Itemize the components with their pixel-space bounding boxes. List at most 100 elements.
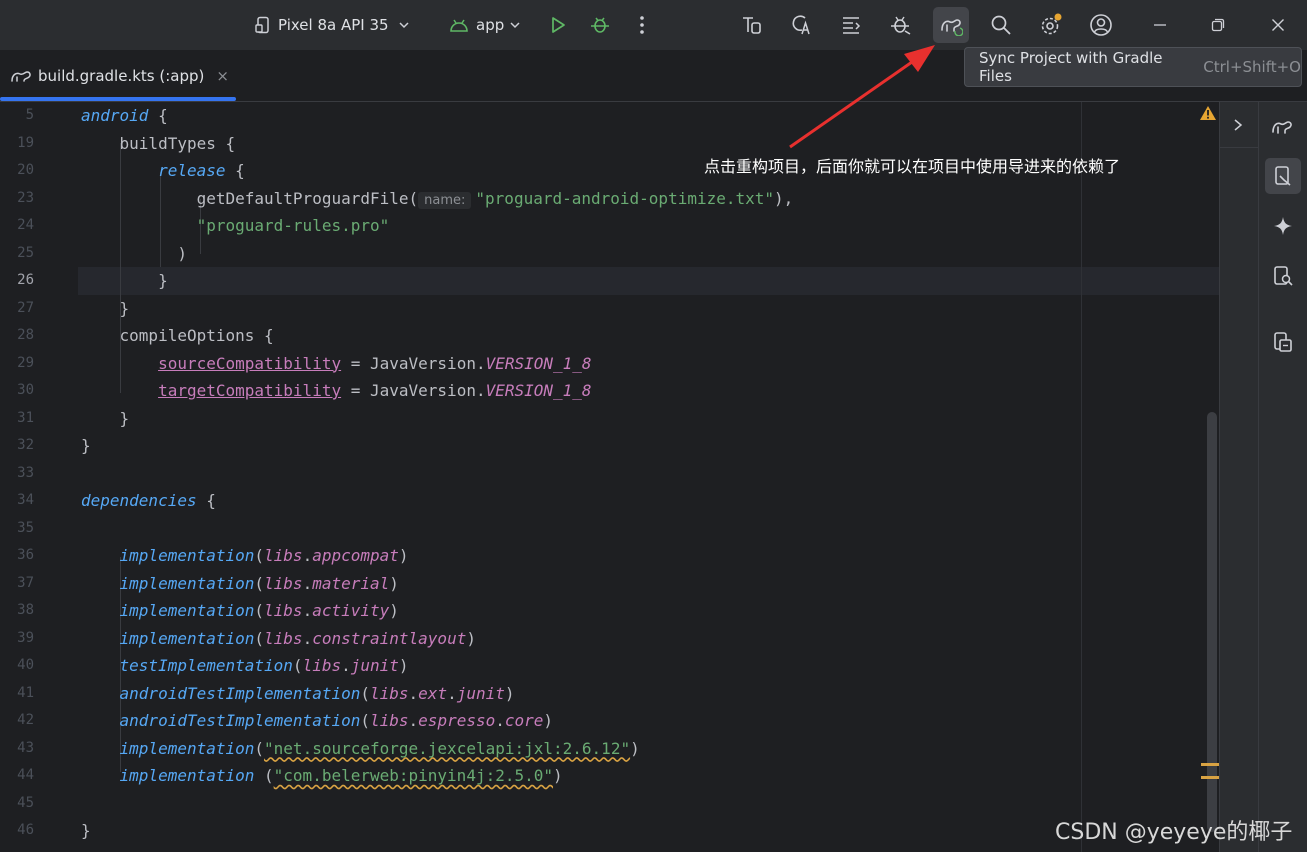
tab-build-gradle[interactable]: build.gradle.kts (:app) ×: [0, 50, 236, 102]
attach-debugger-button[interactable]: [883, 7, 919, 43]
code-line[interactable]: release {: [81, 161, 245, 180]
code-editor[interactable]: 5 19 20 23 24 25 26 27 28 29 30 31 32 33 34 35 36 37 38 39 4…: [0, 102, 1219, 852]
code-line[interactable]: implementation("net.sourceforge.jexcelap…: [81, 739, 640, 758]
line-number[interactable]: 30: [0, 382, 34, 398]
code-token: }: [81, 408, 130, 428]
line-number[interactable]: 42: [0, 712, 34, 728]
minimize-button[interactable]: [1142, 7, 1178, 43]
code-line[interactable]: androidTestImplementation(libs.ext.junit…: [81, 684, 515, 703]
vertical-scrollbar[interactable]: [1207, 412, 1217, 832]
parameter-hint: name:: [418, 191, 472, 209]
account-button[interactable]: [1083, 7, 1119, 43]
code-line[interactable]: getDefaultProguardFile(name: "proguard-an…: [81, 189, 793, 209]
debug-button[interactable]: [582, 7, 618, 43]
warning-icon[interactable]: [1199, 105, 1217, 121]
warning-marker[interactable]: [1201, 763, 1219, 766]
code-line[interactable]: buildTypes {: [81, 134, 236, 153]
title-bar: Pixel 8a API 35 app: [0, 0, 1307, 50]
close-window-button[interactable]: [1260, 7, 1296, 43]
code-token: implementation: [119, 766, 255, 785]
code-token: (: [254, 766, 274, 785]
line-number[interactable]: 29: [0, 355, 34, 371]
code-line[interactable]: }: [81, 436, 91, 455]
annotation-text: 点击重构项目，后面你就可以在项目中使用导进来的依赖了: [704, 157, 1121, 176]
line-number[interactable]: 31: [0, 410, 34, 426]
run-config-selector[interactable]: app: [448, 10, 522, 40]
running-devices-button[interactable]: [1265, 324, 1301, 360]
line-number[interactable]: 44: [0, 767, 34, 783]
warning-marker[interactable]: [1201, 776, 1219, 779]
device-explorer-button[interactable]: [1265, 258, 1301, 294]
code-line[interactable]: targetCompatibility = JavaVersion.VERSIO…: [81, 381, 592, 400]
code-line[interactable]: testImplementation(libs.junit): [81, 656, 409, 675]
line-number[interactable]: 35: [0, 520, 34, 536]
run-button[interactable]: [540, 7, 576, 43]
line-number[interactable]: 34: [0, 492, 34, 508]
code-line[interactable]: implementation(libs.appcompat): [81, 546, 409, 565]
code-line[interactable]: dependencies {: [81, 491, 216, 510]
code-line[interactable]: implementation(libs.activity): [81, 601, 399, 620]
device-selector[interactable]: Pixel 8a API 35: [254, 10, 411, 40]
code-token: sourceCompatibility: [158, 353, 342, 373]
code-token: .: [341, 656, 351, 675]
line-number[interactable]: 40: [0, 657, 34, 673]
code-line[interactable]: }: [81, 408, 130, 428]
code-line[interactable]: implementation(libs.material): [81, 574, 399, 593]
code-line[interactable]: }: [81, 271, 168, 290]
sync-gradle-button[interactable]: [933, 7, 969, 43]
line-number[interactable]: 33: [0, 465, 34, 481]
code-token: ): [543, 711, 554, 730]
tab-close-button[interactable]: ×: [216, 67, 229, 85]
code-line[interactable]: "proguard-rules.pro": [81, 216, 390, 235]
code-line[interactable]: }: [81, 821, 91, 840]
line-number-gutter[interactable]: 5 19 20 23 24 25 26 27 28 29 30 31 32 33 34 35 36 37 38 39 4…: [0, 102, 78, 852]
maximize-button[interactable]: [1200, 7, 1236, 43]
search-button[interactable]: [983, 7, 1019, 43]
line-number[interactable]: 38: [0, 602, 34, 618]
chevron-right-icon[interactable]: [1232, 118, 1244, 132]
code-line[interactable]: implementation(libs.constraintlayout): [81, 629, 476, 648]
code-token: release: [158, 161, 226, 180]
gemini-button[interactable]: [1265, 208, 1301, 244]
layout-inspector-button[interactable]: [833, 7, 869, 43]
code-token: dependencies: [81, 491, 197, 510]
line-number[interactable]: 46: [0, 822, 34, 838]
line-number[interactable]: 20: [0, 162, 34, 178]
line-number[interactable]: 41: [0, 685, 34, 701]
line-number[interactable]: 36: [0, 547, 34, 563]
line-number[interactable]: 37: [0, 575, 34, 591]
line-number[interactable]: 5: [0, 107, 34, 123]
settings-button[interactable]: [1033, 7, 1069, 43]
line-number[interactable]: 45: [0, 795, 34, 811]
line-number[interactable]: 26: [0, 272, 34, 288]
sparkle-icon: [1274, 217, 1292, 235]
code-line[interactable]: android {: [81, 106, 168, 125]
code-line[interactable]: implementation ("com.belerweb:pinyin4j:2…: [81, 766, 563, 785]
apply-changes-button[interactable]: [734, 7, 770, 43]
code-token: .: [408, 711, 419, 730]
line-number[interactable]: 24: [0, 217, 34, 233]
code-line[interactable]: sourceCompatibility = JavaVersion.VERSIO…: [81, 354, 592, 373]
device-manager-button[interactable]: [1265, 158, 1301, 194]
code-line[interactable]: compileOptions {: [81, 326, 274, 345]
code-line[interactable]: }: [81, 299, 130, 318]
gradle-tool-button[interactable]: [1265, 108, 1301, 144]
code-token: ): [398, 546, 409, 565]
line-number[interactable]: 19: [0, 135, 34, 151]
line-number[interactable]: 23: [0, 190, 34, 206]
more-actions-button[interactable]: [624, 7, 660, 43]
line-number[interactable]: 28: [0, 327, 34, 343]
line-number[interactable]: 43: [0, 740, 34, 756]
line-number[interactable]: 32: [0, 437, 34, 453]
code-token: (: [292, 656, 303, 675]
line-number[interactable]: 39: [0, 630, 34, 646]
line-number[interactable]: 25: [0, 245, 34, 261]
code-line[interactable]: ): [81, 244, 187, 263]
line-number[interactable]: 27: [0, 300, 34, 316]
apply-code-changes-button[interactable]: [783, 7, 819, 43]
code-line[interactable]: androidTestImplementation(libs.espresso.…: [81, 711, 554, 730]
user-icon: [1090, 14, 1112, 36]
